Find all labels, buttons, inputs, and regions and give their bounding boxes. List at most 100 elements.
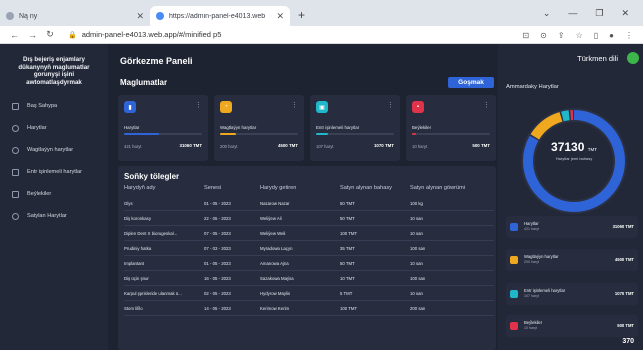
table-row[interactable]: Implantant 01 - 05 - 2023 Amanowa Ajna 5…: [124, 256, 494, 271]
cell-name: Prudiniy hatka: [124, 245, 152, 251]
cell-supplier: Hydyrow Maylis: [260, 290, 291, 296]
cell-date: 01 - 05 - 2023: [204, 200, 231, 206]
card-amount: 1070 TMT: [373, 143, 394, 148]
new-tab-button[interactable]: +: [298, 8, 305, 22]
add-button[interactable]: Goşmak: [448, 77, 494, 88]
minimize-icon[interactable]: —: [568, 8, 577, 18]
cell-price: 35 TMT: [340, 245, 355, 251]
cell-date: 07 - 05 - 2023: [204, 230, 231, 236]
stat-card-products[interactable]: ▮ ⋮ Harytlar 421 haryt 31060 TMT: [118, 95, 208, 161]
sidebar-item-home[interactable]: Baş Sahypa: [0, 98, 108, 114]
close-icon[interactable]: ✕: [276, 11, 284, 22]
install-icon[interactable]: ⊡: [522, 31, 529, 40]
table-row[interactable]: Glys 01 - 05 - 2023 Nazarow Nazar 50 TMT…: [124, 196, 494, 211]
browser-tab-active[interactable]: https://admin-panel-e4013.web ✕: [150, 6, 290, 26]
sidebar-item-products[interactable]: Harytlar: [0, 120, 108, 136]
cell-name: Diplen Dent X biorugeskal...: [124, 230, 178, 236]
table-row[interactable]: Stom lifilo 14 - 05 - 2023 Kerimow Kerim…: [124, 301, 494, 316]
cell-volume: 10 san: [410, 230, 423, 236]
progress-fill: [412, 133, 416, 135]
cell-volume: 100 kg: [410, 200, 423, 206]
card-count: 107 haryt: [316, 144, 334, 149]
lock-icon: 🔒: [68, 31, 77, 39]
legend-name: Entr işinlemeli harytlar: [524, 288, 566, 293]
stat-card-temporary[interactable]: ◔ ⋮ Wagtlaýyn harytlar 200 haryt 4500 TM…: [214, 95, 304, 161]
stat-cards: ▮ ⋮ Harytlar 421 haryt 31060 TMT ◔ ⋮ Wag…: [118, 95, 496, 161]
url-field[interactable]: 🔒 admin-panel-e4013.web.app/#/minified p…: [68, 30, 221, 39]
box-icon: [12, 190, 19, 198]
legend-name: Harytlar: [524, 221, 539, 226]
cell-price: 100 TMT: [340, 230, 358, 236]
sidebar-item-others[interactable]: Beýlekiler: [0, 186, 108, 202]
table-row[interactable]: Diş üçin şnur 16 - 05 - 2023 Sazakowa Ma…: [124, 271, 494, 286]
cell-name: Stom lifilo: [124, 305, 143, 311]
cell-volume: 10 san: [410, 215, 423, 221]
card-progress: [220, 133, 298, 135]
cell-supplier: Amanowa Ajna: [260, 260, 289, 266]
list-icon: [12, 168, 19, 176]
restore-icon[interactable]: ❐: [595, 8, 603, 19]
column-header: Harydy getiren: [260, 185, 297, 191]
star-icon[interactable]: ☆: [576, 31, 583, 40]
table-row[interactable]: Diş koronkasy 22 - 05 - 2023 Weliýew Ali…: [124, 211, 494, 226]
sidebar-item-entr[interactable]: Entr işinlemeli harytlar: [0, 164, 108, 180]
chevron-down-icon[interactable]: ⌄: [543, 8, 551, 19]
table-row[interactable]: Prudiniy hatka 07 - 03 - 2023 Myradowa L…: [124, 241, 494, 256]
sidebar-item-temporary[interactable]: Wagtlaýyn harytlar: [0, 142, 108, 158]
more-icon[interactable]: ⋮: [483, 101, 490, 109]
clock-icon: [510, 256, 518, 264]
cell-supplier: Kerimow Kerim: [260, 305, 290, 311]
legend-item-products[interactable]: Harytlar 421 haryt 31060 TMT: [506, 216, 638, 238]
card-amount: 500 TMT: [472, 143, 490, 148]
cell-date: 02 - 05 - 2023: [204, 290, 231, 296]
language-selector[interactable]: Türkmen dili: [577, 54, 618, 63]
table-row[interactable]: Karpul şprisleride ulanmak ü... 02 - 05 …: [124, 286, 494, 301]
sidebar-icon[interactable]: ▯: [594, 31, 598, 40]
profile-icon[interactable]: ●: [609, 31, 614, 40]
browser-tab-inactive[interactable]: Ną ny ✕: [0, 6, 150, 26]
menu-icon[interactable]: ⋮: [625, 31, 633, 40]
total-number: 37130: [551, 140, 585, 154]
grid-icon: [12, 102, 19, 110]
legend-name: Beýlekiler: [524, 320, 543, 325]
cell-volume: 10 san: [410, 260, 423, 266]
window-controls: ⌄ — ❐ ✕: [543, 0, 643, 26]
more-icon[interactable]: ⋮: [387, 101, 394, 109]
cell-price: 10 TMT: [340, 275, 355, 281]
legend-item-others[interactable]: Beýlekiler 10 haryt 500 TMT: [506, 315, 638, 337]
legend-amount: 31060 TMT: [612, 224, 634, 229]
close-icon[interactable]: ✕: [136, 11, 144, 22]
share-icon[interactable]: ⇪: [558, 31, 565, 40]
cell-supplier: Weliýew Weli: [260, 230, 286, 236]
back-icon[interactable]: ←: [10, 30, 19, 40]
legend-item-temporary[interactable]: Wagtlaýyn harytlar 200 haryt 4500 TMT: [506, 249, 638, 271]
table-row[interactable]: Diplen Dent X biorugeskal... 07 - 05 - 2…: [124, 226, 494, 241]
cell-price: 50 TMT: [340, 215, 355, 221]
sidebar-item-sold[interactable]: Satylan Harytlar: [0, 208, 108, 224]
sidebar-item-label: Wagtlaýyn harytlar: [27, 147, 74, 153]
cell-name: Glys: [124, 200, 133, 206]
forward-icon[interactable]: →: [28, 30, 37, 40]
close-window-icon[interactable]: ✕: [621, 8, 629, 19]
more-icon[interactable]: ⋮: [291, 101, 298, 109]
cell-supplier: Weliýew Ali: [260, 215, 282, 221]
inventory-panel: Türkmen dili Ammardaky Harytlar 37130 TM…: [498, 44, 643, 350]
clock-icon: ◔: [220, 101, 232, 113]
box-icon: ▪: [412, 101, 424, 113]
cell-volume: 100 san: [410, 275, 426, 281]
cell-price: 5 TMT: [340, 290, 353, 296]
reload-icon[interactable]: ↻: [46, 29, 54, 40]
avatar[interactable]: [627, 52, 639, 64]
legend-item-entr[interactable]: Entr işinlemeli harytlar 107 haryt 1070 …: [506, 283, 638, 305]
card-count: 200 haryt: [220, 144, 238, 149]
cell-supplier: Nazarow Nazar: [260, 200, 290, 206]
sidebar: Dış bejeriş enjamlary dükanynyň maglumat…: [0, 44, 108, 350]
zoom-icon[interactable]: ⊙: [540, 31, 547, 40]
card-progress: [412, 133, 490, 135]
card-progress: [316, 133, 394, 135]
stat-card-entr[interactable]: ▣ ⋮ Entr işinlemeli harytlar 107 haryt 1…: [310, 95, 400, 161]
stat-card-others[interactable]: ▪ ⋮ Beýlekiler 10 haryt 500 TMT: [406, 95, 496, 161]
more-icon[interactable]: ⋮: [195, 101, 202, 109]
card-count: 421 haryt: [124, 144, 142, 149]
total-caption: Harytlar jemi bahasy: [555, 156, 593, 161]
